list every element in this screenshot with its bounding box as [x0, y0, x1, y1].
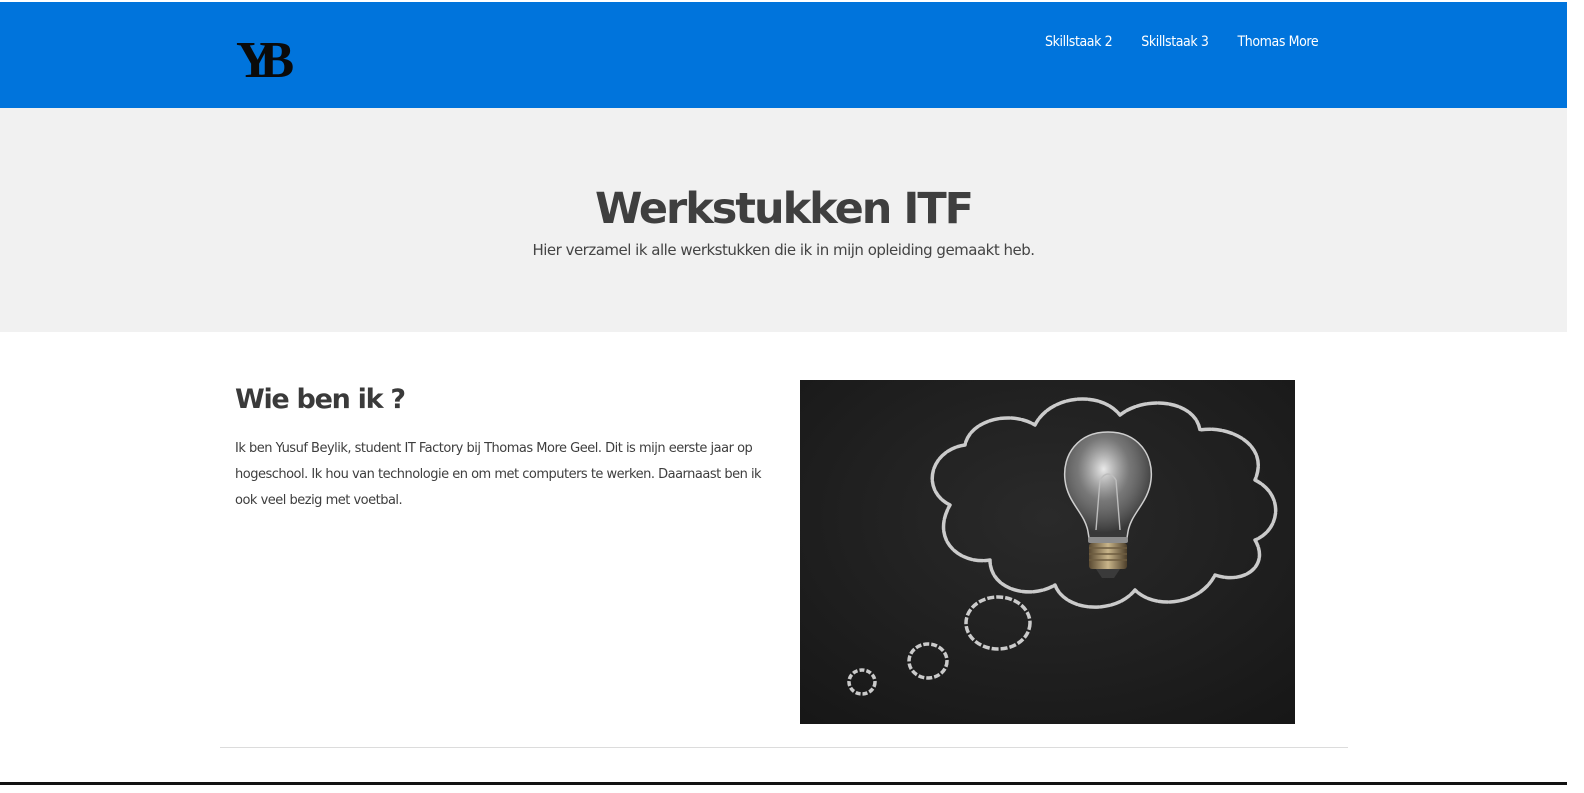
main-nav: Skillstaak 2 Skillstaak 3 Thomas More — [1045, 32, 1319, 52]
page-subtitle: Hier verzamel ik alle werkstukken die ik… — [532, 241, 1035, 259]
footer-edge — [0, 782, 1567, 785]
hero-section: Werkstukken ITF Hier verzamel ik alle we… — [0, 108, 1567, 332]
page-title: Werkstukken ITF — [594, 184, 974, 234]
lightbulb-thought-cloud-icon — [800, 380, 1295, 724]
nav-link-skillstaak-2[interactable]: Skillstaak 2 — [1045, 32, 1113, 52]
nav-link-thomas-more[interactable]: Thomas More — [1237, 32, 1318, 52]
site-logo[interactable]: YB — [236, 30, 308, 89]
lightbulb-image — [800, 380, 1295, 724]
logo-text: YB — [236, 32, 294, 82]
section-divider — [220, 747, 1348, 748]
logo-yb-icon: YB — [236, 32, 308, 89]
about-paragraph: Ik ben Yusuf Beylik, student IT Factory … — [235, 441, 762, 508]
page: YB Skillstaak 2 Skillstaak 3 Thomas More… — [0, 0, 1584, 793]
nav-link-skillstaak-3[interactable]: Skillstaak 3 — [1141, 32, 1209, 52]
about-heading: Wie ben ik ? — [235, 384, 406, 415]
page-scrollbar[interactable] — [1567, 0, 1584, 793]
site-header: YB Skillstaak 2 Skillstaak 3 Thomas More — [0, 0, 1567, 108]
